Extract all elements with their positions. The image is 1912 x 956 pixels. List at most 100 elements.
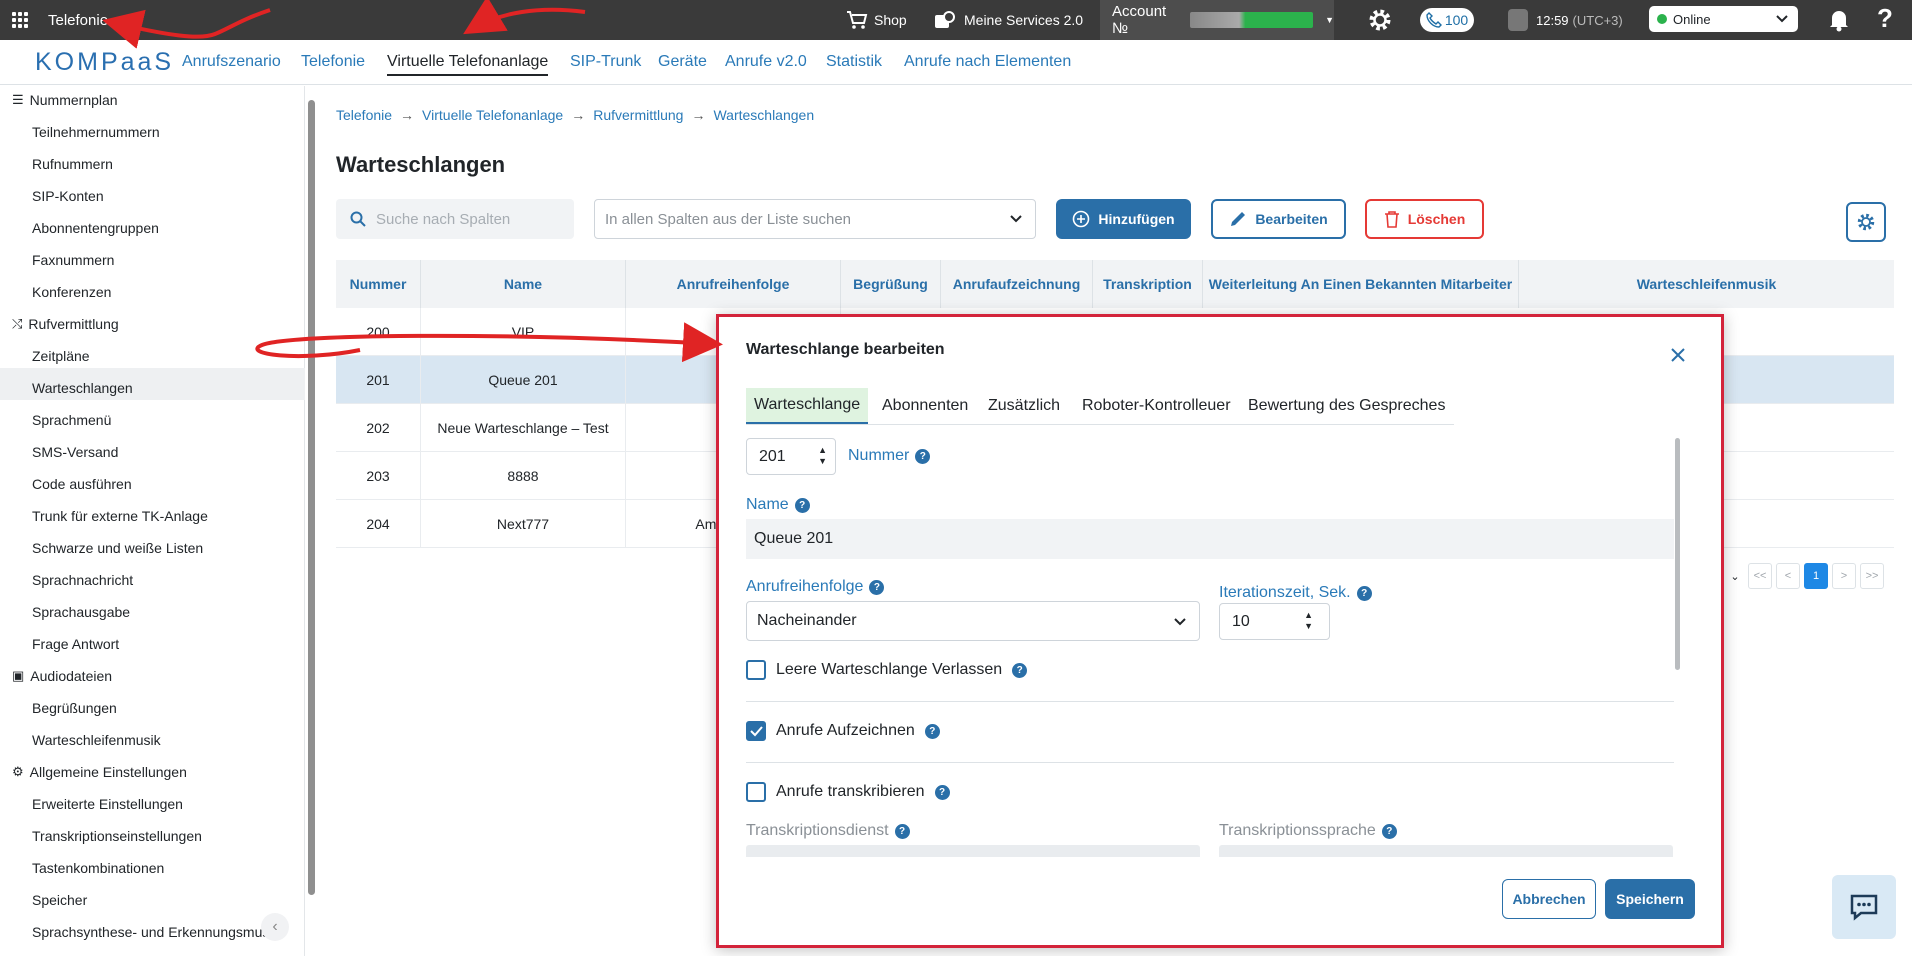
sidebar-item-code-ausfuehren[interactable]: Code ausführen	[32, 476, 132, 492]
reihenfolge-select[interactable]: Nacheinander	[746, 601, 1200, 641]
sidebar-item-zeitplaene[interactable]: Zeitpläne	[32, 348, 90, 364]
sidebar-item-konferenzen[interactable]: Konferenzen	[32, 284, 111, 300]
column-header[interactable]: Nummer	[336, 260, 421, 308]
sidebar-item-faxnummern[interactable]: Faxnummern	[32, 252, 114, 268]
sidebar-item-warteschleifenmusik[interactable]: Warteschleifenmusik	[32, 732, 161, 748]
checkbox-box[interactable]	[746, 782, 766, 802]
help-icon[interactable]: ?	[924, 723, 940, 739]
help-icon[interactable]: ?	[869, 579, 885, 595]
column-header[interactable]: Anrufaufzeichnung	[941, 260, 1093, 308]
edit-button[interactable]: Bearbeiten	[1211, 199, 1346, 239]
sidebar-item-begruessungen[interactable]: Begrüßungen	[32, 700, 117, 716]
column-header[interactable]: Transkription	[1093, 260, 1203, 308]
current-page-button[interactable]: 1	[1804, 563, 1828, 589]
sidebar-item-frage-antwort[interactable]: Frage Antwort	[32, 636, 119, 652]
kompaas-logo[interactable]: KOMPaaS	[35, 48, 174, 77]
nav-statistik[interactable]: Statistik	[826, 53, 882, 71]
dialog-scrollbar[interactable]	[1675, 438, 1680, 670]
help-icon[interactable]: ?	[1012, 662, 1028, 678]
sidebar-item-teilnehmernummern[interactable]: Teilnehmernummern	[32, 124, 160, 140]
help-icon[interactable]: ?	[1356, 585, 1372, 601]
sidebar-item-speicher[interactable]: Speicher	[32, 892, 87, 908]
nav-anrufe-nach-elementen[interactable]: Anrufe nach Elementen	[904, 53, 1071, 71]
sidebar-group-nummernplan[interactable]: ☰ Nummernplan	[12, 92, 118, 108]
account-selector[interactable]: Account № ▼	[1100, 0, 1334, 40]
help-icon[interactable]: ?	[1381, 823, 1397, 839]
help-icon[interactable]: ?	[1877, 3, 1893, 34]
sidebar-item-sip-konten[interactable]: SIP-Konten	[32, 188, 104, 204]
stepper-icon[interactable]: ▲ ▼	[818, 445, 827, 467]
column-header[interactable]: Warteschleifenmusik	[1519, 260, 1894, 308]
leave-empty-queue-checkbox[interactable]: Leere Warteschlange Verlassen ?	[746, 660, 1028, 680]
help-icon[interactable]: ?	[934, 784, 950, 800]
tab-abonnenten[interactable]: Abonnenten	[882, 388, 968, 424]
sidebar-item-listen[interactable]: Schwarze und weiße Listen	[32, 540, 203, 556]
breadcrumb-warteschlangen[interactable]: Warteschlangen	[713, 107, 814, 123]
tab-roboter-kontrolleuer[interactable]: Roboter-Kontrolleuer	[1082, 388, 1231, 424]
tab-warteschlange[interactable]: Warteschlange	[746, 388, 869, 424]
sidebar-item-trunk[interactable]: Trunk für externe TK-Anlage	[32, 508, 208, 524]
app-title[interactable]: Telefonie	[48, 0, 108, 40]
save-button[interactable]: Speichern	[1605, 879, 1695, 919]
sidebar-item-sms-versand[interactable]: SMS-Versand	[32, 444, 118, 460]
sidebar-item-sprachmenue[interactable]: Sprachmenü	[32, 412, 111, 428]
sidebar-scrollbar[interactable]	[308, 100, 315, 895]
help-icon[interactable]: ?	[915, 448, 931, 464]
sidebar-item-sprachausgabe[interactable]: Sprachausgabe	[32, 604, 130, 620]
sidebar-item-erweiterte-einstellungen[interactable]: Erweiterte Einstellungen	[32, 796, 183, 812]
nav-geraete[interactable]: Geräte	[658, 53, 707, 71]
column-header[interactable]: Anrufreihenfolge	[626, 260, 841, 308]
apps-grid-icon[interactable]	[12, 12, 28, 28]
collapse-sidebar-button[interactable]: ‹	[261, 913, 289, 941]
services-link[interactable]: Meine Services 2.0	[934, 0, 1083, 40]
column-header[interactable]: Weiterleitung An Einen Bekannten Mitarbe…	[1203, 260, 1519, 308]
sidebar-item-abonnentengruppen[interactable]: Abonnentengruppen	[32, 220, 159, 236]
sidebar-group-rufvermittlung[interactable]: ⤭ Rufvermittlung	[12, 316, 119, 332]
tab-bewertung[interactable]: Bewertung des Gespreches	[1248, 388, 1445, 424]
chat-button[interactable]	[1832, 875, 1896, 939]
cancel-button[interactable]: Abbrechen	[1502, 879, 1596, 919]
sidebar-item-sprachnachricht[interactable]: Sprachnachricht	[32, 572, 133, 588]
add-button[interactable]: Hinzufügen	[1056, 199, 1191, 239]
breadcrumb-virtuelle-telefonanlage[interactable]: Virtuelle Telefonanlage	[422, 107, 563, 123]
help-icon[interactable]: ?	[894, 823, 910, 839]
breadcrumb-rufvermittlung[interactable]: Rufvermittlung	[593, 107, 683, 123]
column-header[interactable]: Name	[421, 260, 626, 308]
record-calls-checkbox[interactable]: Anrufe Aufzeichnen ?	[746, 721, 940, 741]
all-columns-search-select[interactable]: In allen Spalten aus der Liste suchen	[594, 199, 1036, 239]
nav-sip-trunk[interactable]: SIP-Trunk	[570, 53, 641, 71]
nav-virtuelle-telefonanlage[interactable]: Virtuelle Telefonanlage	[387, 53, 549, 76]
help-icon[interactable]: ?	[794, 497, 810, 513]
table-settings-button[interactable]	[1846, 202, 1886, 242]
delete-button[interactable]: Löschen	[1365, 199, 1484, 239]
sidebar-item-transkriptionseinstellungen[interactable]: Transkriptionseinstellungen	[32, 828, 202, 844]
close-icon[interactable]	[1668, 345, 1688, 365]
nav-telefonie[interactable]: Telefonie	[301, 53, 365, 71]
status-select[interactable]: Online	[1649, 6, 1798, 32]
prev-page-button[interactable]: <	[1776, 563, 1800, 589]
checkbox-box-checked[interactable]	[746, 721, 766, 741]
calls-counter[interactable]: 100	[1420, 8, 1474, 32]
sidebar-group-audiodateien[interactable]: ▣ Audiodateien	[12, 668, 112, 684]
search-input[interactable]: Suche nach Spalten	[336, 199, 574, 239]
next-page-button[interactable]: >	[1832, 563, 1856, 589]
first-page-button[interactable]: <<	[1748, 563, 1772, 589]
bell-icon[interactable]	[1828, 8, 1850, 32]
sidebar-item-warteschlangen[interactable]: Warteschlangen	[32, 380, 133, 396]
breadcrumb-telefonie[interactable]: Telefonie	[336, 107, 392, 123]
last-page-button[interactable]: >>	[1860, 563, 1884, 589]
nav-anrufe-v2[interactable]: Anrufe v2.0	[725, 53, 807, 71]
sidebar-group-einstellungen[interactable]: ⚙ Allgemeine Einstellungen	[12, 764, 187, 780]
page-size-chevron-icon[interactable]: ⌄	[1726, 563, 1744, 589]
sidebar-item-sprachsynthese[interactable]: Sprachsynthese- und Erkennungsmus	[32, 924, 267, 940]
gear-icon[interactable]	[1367, 7, 1393, 33]
nav-anrufszenario[interactable]: Anrufszenario	[182, 53, 281, 71]
column-header[interactable]: Begrüßung	[841, 260, 941, 308]
avatar[interactable]	[1508, 9, 1528, 31]
sidebar-item-tastenkombinationen[interactable]: Tastenkombinationen	[32, 860, 164, 876]
name-input[interactable]: Queue 201	[746, 519, 1674, 559]
stepper-icon[interactable]: ▲ ▼	[1304, 610, 1313, 632]
iteration-input[interactable]: 10 ▲ ▼	[1219, 603, 1330, 640]
sidebar-item-rufnummern[interactable]: Rufnummern	[32, 156, 113, 172]
nummer-input[interactable]: 201 ▲ ▼	[746, 438, 836, 475]
